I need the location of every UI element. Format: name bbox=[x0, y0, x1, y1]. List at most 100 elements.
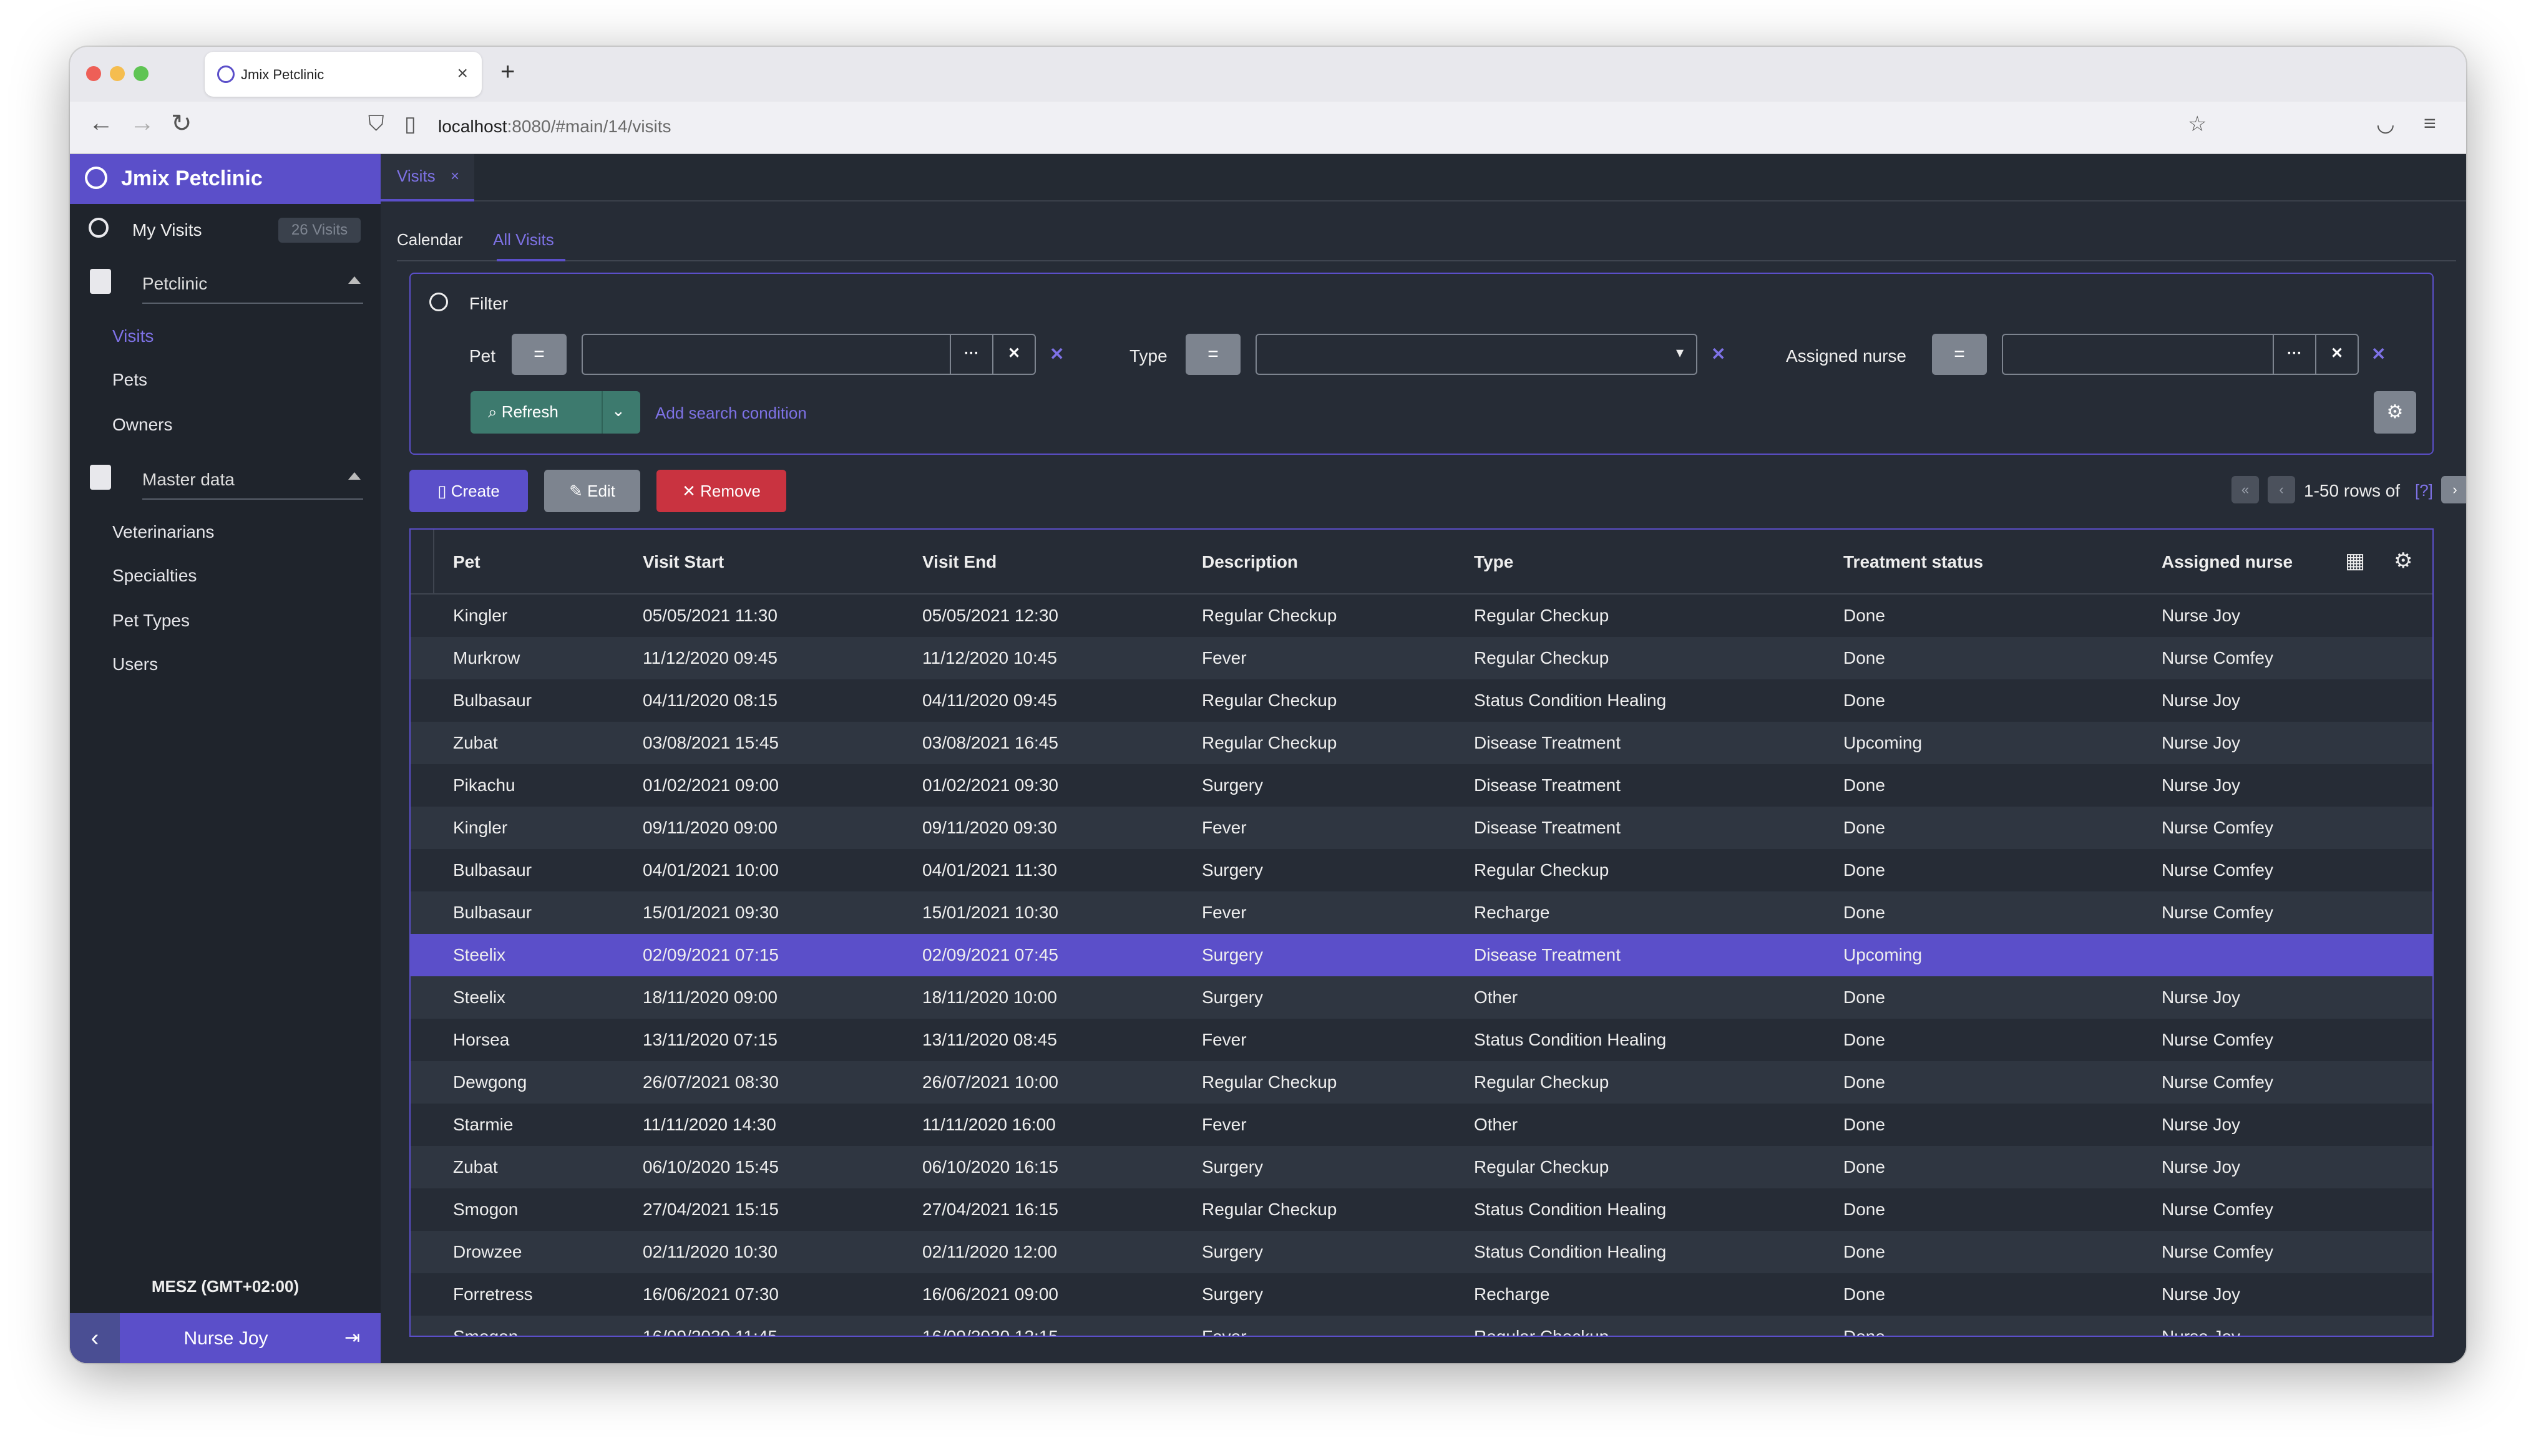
bookmark-star-icon[interactable]: ☆ bbox=[2188, 112, 2207, 137]
table-cell: 15/01/2021 10:30 bbox=[922, 903, 1058, 922]
type-operator-button[interactable]: = bbox=[1186, 334, 1241, 375]
collapse-sidebar-icon[interactable]: ‹ bbox=[70, 1313, 120, 1363]
filter-title: Filter bbox=[469, 294, 509, 313]
lookup-icon[interactable]: ··· bbox=[2273, 335, 2315, 374]
collapse-caret-icon[interactable] bbox=[348, 276, 361, 284]
logout-icon[interactable]: ⇥ bbox=[344, 1327, 360, 1349]
column-header[interactable]: Type bbox=[1474, 552, 1513, 572]
browser-tab[interactable]: Jmix Petclinic × bbox=[205, 52, 482, 97]
new-tab-button[interactable]: + bbox=[500, 58, 515, 86]
user-name[interactable]: Nurse Joy bbox=[120, 1328, 332, 1349]
sidebar-item-owners[interactable]: Owners bbox=[112, 415, 172, 435]
sidebar-group-master-data[interactable]: Master data bbox=[70, 454, 381, 503]
table-row[interactable]: Bulbasaur 04/11/2020 08:15 04/11/2020 09:4… bbox=[411, 679, 2432, 722]
maximize-window-button[interactable] bbox=[134, 66, 149, 81]
remove-condition-type-icon[interactable]: ✕ bbox=[1711, 344, 1725, 364]
tab-close-icon[interactable]: × bbox=[457, 63, 468, 84]
table-row[interactable]: Steelix 18/11/2020 09:00 18/11/2020 10:00 S… bbox=[411, 976, 2432, 1019]
column-header[interactable]: Visit Start bbox=[643, 552, 724, 572]
minimize-window-button[interactable] bbox=[110, 66, 125, 81]
sidebar-item-users[interactable]: Users bbox=[112, 654, 158, 674]
table-row[interactable]: Bulbasaur 15/01/2021 09:30 15/01/2021 10:3… bbox=[411, 891, 2432, 934]
pet-operator-button[interactable]: = bbox=[512, 334, 567, 375]
tab-calendar[interactable]: Calendar bbox=[397, 230, 463, 250]
collapse-caret-icon[interactable] bbox=[348, 472, 361, 480]
close-window-button[interactable] bbox=[86, 66, 101, 81]
settings-gear-icon[interactable]: ⚙ bbox=[2394, 548, 2412, 573]
table-row[interactable]: Smogon 16/09/2020 11:45 16/09/2020 12:15 Fe… bbox=[411, 1316, 2432, 1336]
tab-visits-label: Visits bbox=[397, 167, 436, 185]
pocket-icon[interactable]: ◡ bbox=[2376, 112, 2395, 137]
remove-condition-nurse-icon[interactable]: ✕ bbox=[2371, 344, 2386, 364]
menu-icon[interactable]: ≡ bbox=[2424, 112, 2436, 136]
table-cell: Surgery bbox=[1202, 988, 1264, 1007]
table-row[interactable]: Zubat 06/10/2020 15:45 06/10/2020 16:15 Sur… bbox=[411, 1146, 2432, 1188]
create-button[interactable]: ▯ Create bbox=[409, 470, 528, 512]
nurse-operator-button[interactable]: = bbox=[1932, 334, 1987, 375]
sidebar-item-pet-types[interactable]: Pet Types bbox=[112, 611, 190, 631]
type-select[interactable]: ▾ bbox=[1256, 334, 1697, 375]
chevron-down-icon[interactable]: ⌄ bbox=[612, 401, 625, 420]
assigned-nurse-field[interactable]: ··· ✕ bbox=[2002, 334, 2359, 375]
url-text[interactable]: localhost:8080/#main/14/visits bbox=[438, 117, 671, 137]
sidebar-item-my-visits[interactable]: My Visits 26 Visits bbox=[70, 204, 381, 254]
filter-settings-gear-icon[interactable]: ⚙ bbox=[2374, 391, 2416, 434]
table-cell: Done bbox=[1843, 775, 1885, 795]
clear-field-icon[interactable]: ✕ bbox=[2315, 335, 2358, 374]
remove-button[interactable]: ✕ Remove bbox=[656, 470, 786, 512]
table-row[interactable]: Kingler 05/05/2021 11:30 05/05/2021 12:30 R… bbox=[411, 595, 2432, 637]
back-arrow-icon[interactable]: ← bbox=[89, 109, 114, 137]
table-cell: Status Condition Healing bbox=[1474, 1242, 1667, 1261]
table-cell: 09/11/2020 09:00 bbox=[643, 818, 778, 837]
refresh-button[interactable]: ⌕ Refresh ⌄ bbox=[471, 391, 640, 434]
table-row[interactable]: Bulbasaur 04/01/2021 10:00 04/01/2021 11:3… bbox=[411, 849, 2432, 891]
table-cell: 09/11/2020 09:30 bbox=[922, 818, 1057, 837]
table-cell: Done bbox=[1843, 1284, 1885, 1304]
lookup-icon[interactable]: ··· bbox=[950, 335, 992, 374]
table-cell: Nurse Comfey bbox=[2162, 860, 2273, 880]
tab-all-visits[interactable]: All Visits bbox=[493, 230, 554, 250]
column-header[interactable]: Visit End bbox=[922, 552, 997, 572]
table-row[interactable]: Starmie 11/11/2020 14:30 11/11/2020 16:00 F… bbox=[411, 1104, 2432, 1146]
remove-condition-pet-icon[interactable]: ✕ bbox=[1050, 344, 1064, 364]
previous-page-icon[interactable]: ‹ bbox=[2268, 476, 2295, 503]
table-row[interactable]: Steelix 02/09/2021 07:15 02/09/2021 07:45 S… bbox=[411, 934, 2432, 976]
next-page-icon[interactable]: › bbox=[2441, 476, 2466, 503]
add-search-condition-link[interactable]: Add search condition bbox=[655, 404, 807, 423]
column-header[interactable]: Assigned nurse bbox=[2162, 552, 2293, 572]
reload-icon[interactable]: ↻ bbox=[171, 109, 192, 138]
table-row[interactable]: Horsea 13/11/2020 07:15 13/11/2020 08:45 Fe… bbox=[411, 1019, 2432, 1061]
sidebar-item-visits[interactable]: Visits bbox=[112, 326, 154, 346]
table-row[interactable]: Zubat 03/08/2021 15:45 03/08/2021 16:45 Reg… bbox=[411, 722, 2432, 764]
tab-visits[interactable]: Visits × bbox=[381, 154, 474, 201]
clear-field-icon[interactable]: ✕ bbox=[992, 335, 1035, 374]
total-count-link[interactable]: [?] bbox=[2415, 481, 2433, 500]
table-row[interactable]: Smogon 27/04/2021 15:15 27/04/2021 16:15 Re… bbox=[411, 1188, 2432, 1231]
column-header[interactable]: Description bbox=[1202, 552, 1298, 572]
table-row[interactable]: Kingler 09/11/2020 09:00 09/11/2020 09:30 F… bbox=[411, 807, 2432, 849]
edit-button[interactable]: ✎ Edit bbox=[544, 470, 640, 512]
collapse-filter-icon[interactable] bbox=[429, 293, 448, 311]
table-row[interactable]: Murkrow 11/12/2020 09:45 11/12/2020 10:45 F… bbox=[411, 637, 2432, 679]
sidebar-item-specialties[interactable]: Specialties bbox=[112, 566, 197, 586]
column-control-icon[interactable]: ▦ bbox=[2345, 548, 2365, 573]
table-cell: Nurse Joy bbox=[2162, 733, 2241, 752]
shield-icon[interactable]: ⛉ bbox=[368, 112, 384, 136]
table-row[interactable]: Dewgong 26/07/2021 08:30 26/07/2021 10:00 R… bbox=[411, 1061, 2432, 1104]
column-header[interactable]: Pet bbox=[453, 552, 480, 572]
column-header[interactable]: Treatment status bbox=[1843, 552, 1983, 572]
table-cell: Fever bbox=[1202, 903, 1247, 922]
table-row[interactable]: Drowzee 02/11/2020 10:30 02/11/2020 12:00 S… bbox=[411, 1231, 2432, 1273]
table-row[interactable]: Forretress 16/06/2021 07:30 16/06/2021 09:… bbox=[411, 1273, 2432, 1316]
sidebar-group-petclinic[interactable]: Petclinic bbox=[70, 258, 381, 308]
table-row[interactable]: Pikachu 01/02/2021 09:00 01/02/2021 09:30 S… bbox=[411, 764, 2432, 807]
table-cell: 04/11/2020 08:15 bbox=[643, 691, 778, 710]
refresh-label: Refresh bbox=[501, 402, 558, 421]
table-cell: Status Condition Healing bbox=[1474, 1030, 1667, 1049]
tab-close-icon[interactable]: × bbox=[451, 168, 459, 185]
pet-filter-field[interactable]: ··· ✕ bbox=[582, 334, 1036, 375]
sidebar-item-veterinarians[interactable]: Veterinarians bbox=[112, 522, 214, 542]
sidebar-item-pets[interactable]: Pets bbox=[112, 370, 147, 390]
forward-arrow-icon[interactable]: → bbox=[130, 109, 155, 137]
first-page-icon[interactable]: « bbox=[2231, 476, 2259, 503]
